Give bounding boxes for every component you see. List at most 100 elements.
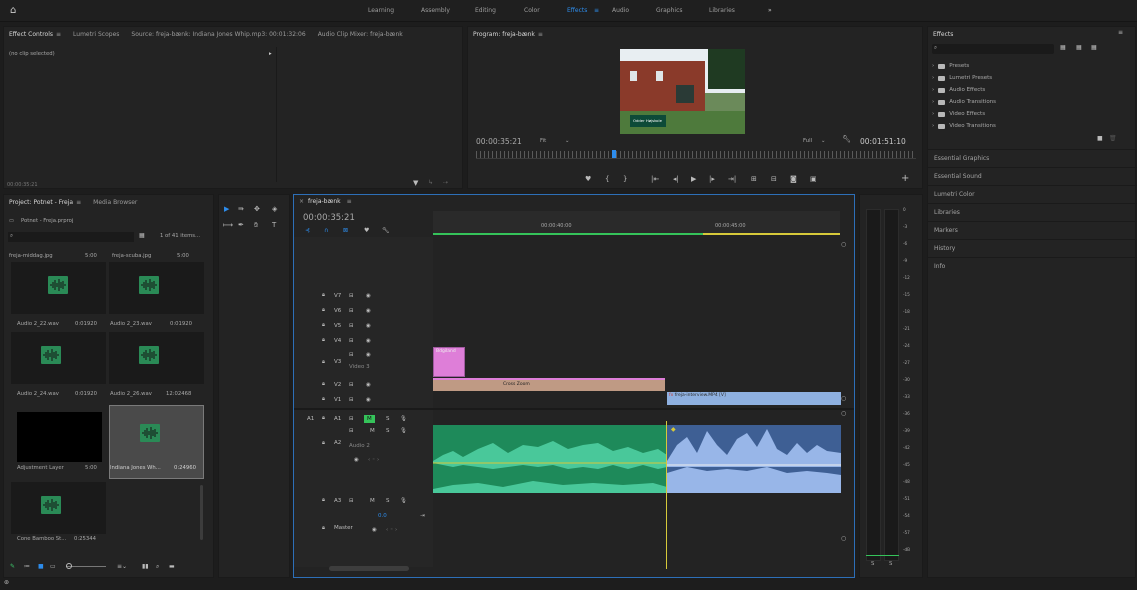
item-name[interactable]: Indiana Jones Wh... (110, 465, 161, 471)
workspace-tab-libraries[interactable]: Libraries (709, 0, 735, 22)
item-name[interactable]: Adjustment Layer (17, 465, 64, 471)
timeline-settings-icon[interactable]: 🔧︎ (382, 227, 390, 234)
sequence-menu-icon[interactable]: ≡ (347, 198, 352, 205)
section-essential-graphics[interactable]: Essential Graphics (928, 149, 1137, 167)
expand-arrow-icon[interactable]: ▸ (269, 51, 272, 57)
timeline-playhead[interactable] (666, 421, 667, 569)
lock-icon[interactable]: 🔒︎ (322, 396, 325, 403)
workspace-tab-audio[interactable]: Audio (612, 0, 629, 22)
eye-icon[interactable]: ◉ (366, 323, 371, 329)
program-ruler[interactable] (476, 151, 916, 158)
eye-icon[interactable]: ◉ (366, 397, 371, 403)
step-forward-icon[interactable]: |▸ (709, 175, 715, 183)
timeline-timecode[interactable]: 00:00:35:21 (303, 213, 355, 223)
v-scroll-handle[interactable]: ○ (841, 241, 846, 248)
mic-icon[interactable]: 🎙︎ (400, 428, 407, 434)
zoom-slider-handle[interactable] (66, 563, 72, 569)
delete-icon[interactable]: 🗑︎ (1109, 135, 1117, 142)
workspace-tab-assembly[interactable]: Assembly (421, 0, 450, 22)
tab-lumetri-scopes[interactable]: Lumetri Scopes (73, 31, 119, 38)
zoom-slider[interactable] (66, 566, 106, 567)
section-history[interactable]: History (928, 239, 1137, 257)
go-to-out-icon[interactable]: ⇥| (728, 175, 736, 183)
track-v1[interactable]: 🔒︎ V1 ⊟ ◉ (294, 392, 432, 407)
item-name[interactable]: Audio 2_23.wav (110, 321, 152, 327)
folder-audio-transitions[interactable]: › Audio Transitions (932, 96, 996, 108)
track-v2[interactable]: 🔒︎ V2 ⊟ ◉ (294, 377, 432, 392)
sync-lock-icon[interactable]: ⊟ (349, 498, 354, 504)
folder-audio-effects[interactable]: › Audio Effects (932, 84, 985, 96)
section-markers[interactable]: Markers (928, 221, 1137, 239)
volume-knob-icon[interactable]: ◉ (372, 527, 377, 533)
nest-icon[interactable]: ⊰ (305, 227, 310, 234)
solo-button[interactable]: S (386, 428, 390, 434)
tab-audio-clip-mixer[interactable]: Audio Clip Mixer: freja-bænk (318, 31, 403, 38)
sequence-tab-close-icon[interactable]: × (299, 198, 304, 205)
thumbnail-audio-2-23[interactable] (109, 262, 204, 314)
track-a2[interactable]: ⊟ M S 🎙︎ 🔒︎ A2 Audio 2 ◉ ‹ ◦ › (294, 426, 432, 476)
sync-lock-icon[interactable]: ⊟ (349, 416, 354, 422)
mute-button[interactable]: M (370, 428, 375, 434)
workspace-tab-graphics[interactable]: Graphics (656, 0, 683, 22)
tab-menu-icon[interactable]: ≡ (56, 31, 61, 38)
v-scroll-handle[interactable]: ○ (841, 395, 846, 402)
effects-search-input[interactable]: ⌕ (932, 44, 1054, 54)
item-name[interactable]: freja-middag.jpg (9, 253, 53, 259)
sync-lock-icon[interactable]: ⊟ (349, 308, 354, 314)
item-name[interactable]: freja-scuba.jpg (112, 253, 151, 259)
item-name[interactable]: Cone Bamboo St... (17, 536, 66, 542)
thumbnail-audio-2-26[interactable] (109, 332, 204, 384)
extract-icon[interactable]: ⊟ (771, 175, 777, 183)
lock-icon[interactable]: 🔒︎ (322, 359, 325, 366)
thumbnail-cone-bamboo[interactable] (11, 482, 106, 534)
program-menu-icon[interactable]: ≡ (538, 31, 543, 38)
go-to-in-icon[interactable]: |⇤ (651, 175, 659, 183)
thumbnail-audio-2-22[interactable] (11, 262, 106, 314)
mute-button[interactable]: M (370, 498, 375, 504)
solo-left-button[interactable]: S (871, 561, 874, 567)
eye-icon[interactable]: ◉ (366, 308, 371, 314)
timeline-ruler[interactable]: 00:00:40:00 00:00:45:00 (433, 211, 840, 235)
icon-view-icon[interactable]: ■ (38, 563, 44, 570)
playhead-marker-icon[interactable]: ◆ (671, 426, 676, 433)
lock-icon[interactable]: 🔒︎ (322, 497, 325, 504)
workspace-menu-icon[interactable]: ≡ (594, 0, 599, 22)
track-a3[interactable]: 🔒︎ A3 ⊟ M S 🎙︎ (294, 493, 432, 508)
effects-menu-icon[interactable]: ≡ (1118, 29, 1123, 36)
clip-v2-transition[interactable]: Cross Zoom (433, 378, 665, 391)
h-scrollbar[interactable] (329, 566, 409, 571)
item-name[interactable]: Audio 2_22.wav (17, 321, 59, 327)
sync-lock-icon[interactable]: ⊟ (349, 382, 354, 388)
wrench-icon[interactable]: 🔧︎ (842, 135, 851, 143)
marker-icon[interactable]: ♥ (585, 175, 591, 183)
mark-in-icon[interactable]: { (605, 175, 609, 183)
project-scrollbar[interactable] (200, 485, 203, 540)
track-v3[interactable]: 🔒︎ V3 ⊟ ◉ Video 3 (294, 348, 432, 376)
item-name[interactable]: Audio 2_26.wav (110, 391, 152, 397)
fit-dropdown[interactable]: Fit (540, 138, 546, 144)
sort-icon[interactable]: ≡⌄ (117, 563, 127, 570)
lock-icon[interactable]: 🔒︎ (322, 381, 325, 388)
automate-icon[interactable]: ▮▮ (142, 563, 149, 570)
project-search-input[interactable]: ⌕ (8, 232, 134, 242)
section-info[interactable]: Info (928, 257, 1137, 275)
track-v5[interactable]: 🔒︎ V5 ⊟ ◉ (294, 318, 432, 333)
filter-icon[interactable]: ▼ (413, 179, 418, 187)
status-icon[interactable]: ⊛ (4, 579, 9, 586)
sync-lock-icon[interactable]: ⊟ (349, 323, 354, 329)
thumbnail-adjustment-layer[interactable] (17, 412, 102, 462)
play-icon[interactable]: ▶ (691, 175, 696, 183)
sync-lock-icon[interactable]: ⊟ (349, 338, 354, 344)
quality-dropdown[interactable]: Full (803, 138, 812, 144)
export-icon[interactable]: ↳ (428, 179, 433, 186)
solo-button[interactable]: S (386, 498, 390, 504)
more-workspaces-icon[interactable]: » (768, 0, 772, 22)
find-icon[interactable]: ⌕ (156, 563, 159, 571)
sync-lock-icon[interactable]: ⊟ (349, 397, 354, 403)
camera-icon[interactable]: ◙ (790, 175, 797, 183)
lock-icon[interactable]: 🔒︎ (322, 307, 325, 314)
sequence-tab[interactable]: freja-bænk (308, 198, 341, 205)
v-scroll-handle[interactable]: ○ (841, 410, 846, 417)
yuv-effects-icon[interactable]: ▦ (1091, 44, 1097, 51)
linked-selection-icon[interactable]: ⊠ (343, 227, 348, 234)
